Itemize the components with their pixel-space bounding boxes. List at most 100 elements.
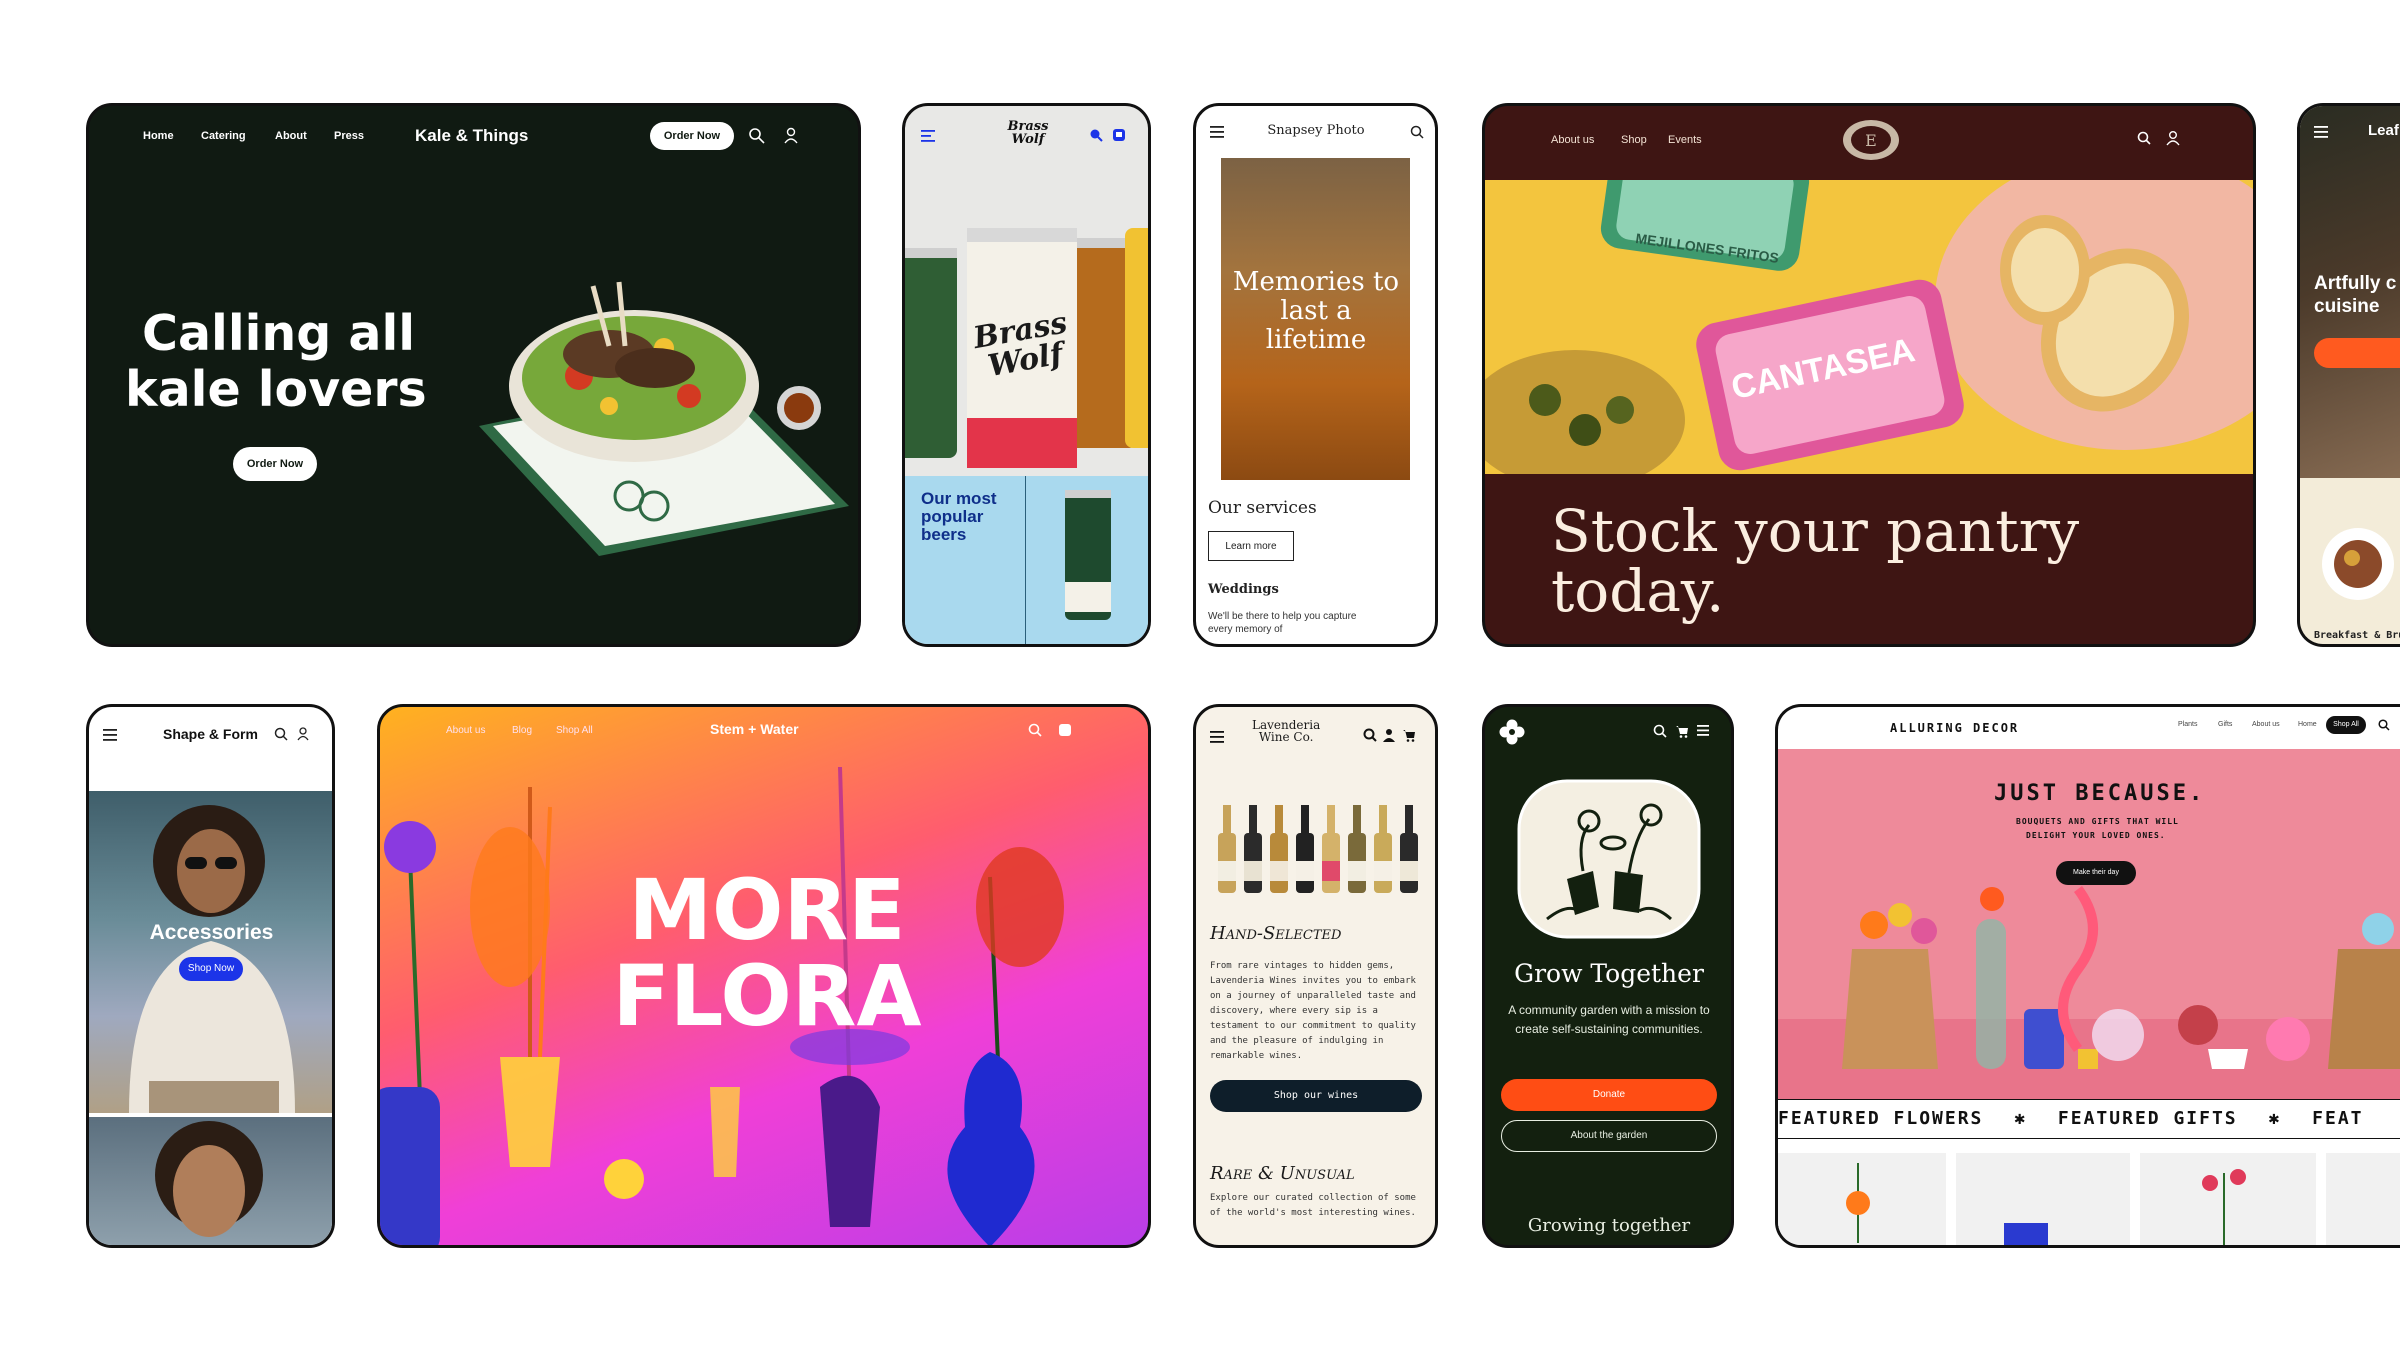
shape-form-card[interactable]: Shape & Form Accessories Shop Now — [86, 704, 335, 1248]
search-icon[interactable] — [748, 127, 766, 145]
nav-about-us[interactable]: About us — [1551, 134, 1594, 146]
user-icon[interactable] — [783, 127, 799, 145]
product-image-3 — [2202, 1169, 2246, 1245]
just-because-headline: JUST BECAUSE. — [1994, 781, 2206, 806]
headline-line-2: FLORA — [612, 947, 922, 1045]
about-garden-button[interactable]: About the garden — [1501, 1120, 1717, 1152]
leaf-footer-text: Breakfast & Bru — [2314, 630, 2400, 641]
hand-selected-body: From rare vintages to hidden gems, Laven… — [1210, 961, 1416, 1061]
menu-icon[interactable] — [1210, 731, 1224, 743]
ticker-featured-gifts[interactable]: FEATURED GIFTS — [2058, 1108, 2238, 1129]
wine-bottles-image — [1218, 805, 1418, 893]
logo-icon[interactable]: E — [1841, 118, 1901, 162]
ticker-separator: ✱ — [2014, 1108, 2028, 1129]
services-title: Our services — [1208, 498, 1317, 518]
make-their-day-button[interactable]: Make their day — [2056, 861, 2136, 885]
flower-logo-icon[interactable] — [1499, 719, 1525, 745]
brand-logo[interactable]: Kale & Things — [415, 126, 528, 146]
leaf-hero-line-2: cuisine — [2314, 296, 2380, 317]
menu-icon[interactable] — [921, 130, 935, 142]
grow-together-card[interactable]: Grow Together A community garden with a … — [1482, 704, 1734, 1248]
snapsey-brand[interactable]: Snapsey Photo — [1246, 123, 1386, 138]
product-image-1 — [1846, 1163, 1870, 1243]
subhead-line-1: BOUQUETS AND GIFTS THAT WILL — [2016, 817, 2179, 826]
product-tile-4[interactable] — [2326, 1153, 2400, 1245]
menu-icon[interactable] — [1697, 725, 1709, 736]
user-icon[interactable] — [297, 727, 309, 741]
nav-press[interactable]: Press — [334, 130, 364, 142]
nav-about[interactable]: About — [275, 130, 307, 142]
shop-all-button[interactable]: Shop All — [2326, 716, 2366, 734]
panel-divider — [1025, 476, 1026, 644]
headline-line-2: kale lovers — [125, 361, 427, 418]
search-icon[interactable] — [2378, 719, 2390, 731]
product-tile-1[interactable] — [1778, 1153, 1946, 1245]
alluring-hero-photo: JUST BECAUSE. BOUQUETS AND GIFTS THAT WI… — [1778, 749, 2400, 1099]
lavenderia-logo[interactable]: Lavenderia Wine Co. — [1252, 719, 1320, 743]
shop-now-button[interactable]: Shop Now — [179, 957, 243, 981]
brass-wolf-card[interactable]: Brass Wolf Brass Wolf Our most popular b… — [902, 103, 1151, 647]
menu-icon[interactable] — [1210, 126, 1224, 138]
leaf-hero-line-1: Artfully c — [2314, 273, 2397, 294]
pantry-card[interactable]: About us Shop Events E MEJILLONES FRITOS… — [1482, 103, 2256, 647]
growing-together-heading: Growing together — [1527, 1215, 1691, 1236]
rare-unusual-text: Explore our curated collection of some o… — [1210, 1193, 1416, 1218]
leaf-brand[interactable]: Leaf — [2368, 122, 2399, 139]
ticker-featured-cut[interactable]: FEAT — [2312, 1108, 2363, 1129]
second-model-illustration — [155, 1121, 263, 1237]
alluring-decor-card[interactable]: ALLURING DECOR Plants Gifts About us Hom… — [1775, 704, 2400, 1248]
kale-things-card[interactable]: Home Catering About Press Kale & Things … — [86, 103, 861, 647]
nav-shop[interactable]: Shop — [1621, 134, 1647, 146]
user-icon[interactable] — [2166, 130, 2180, 146]
nav-home[interactable]: Home — [143, 130, 174, 142]
popular-beers-panel: Our most popular beers — [905, 476, 1148, 644]
pantry-hero-photo: MEJILLONES FRITOS CANTASEA — [1485, 180, 2253, 474]
leaf-hero-text: Artfully c cuisine — [2314, 272, 2396, 318]
cart-icon[interactable] — [1675, 724, 1689, 738]
menu-icon[interactable] — [103, 729, 117, 741]
nav-plants[interactable]: Plants — [2178, 721, 2197, 728]
search-icon[interactable] — [1363, 728, 1377, 742]
user-icon[interactable] — [1383, 728, 1395, 742]
cart-icon[interactable] — [1402, 728, 1416, 742]
learn-more-button[interactable]: Learn more — [1208, 531, 1294, 561]
snapsey-photo-card[interactable]: Snapsey Photo Memories to last a lifetim… — [1193, 103, 1438, 647]
pantry-headline-1: Stock your pantry — [1551, 497, 2080, 565]
accessories-title: Accessories — [149, 921, 274, 944]
alluring-brand[interactable]: ALLURING DECOR — [1890, 721, 2019, 735]
nav-events[interactable]: Events — [1668, 134, 1702, 146]
product-tile-2[interactable] — [1956, 1153, 2130, 1245]
lavenderia-card[interactable]: Lavenderia Wine Co. Hand-Selected From r… — [1193, 704, 1438, 1248]
nav-about-us[interactable]: About us — [2252, 721, 2280, 728]
brass-wolf-logo[interactable]: Brass Wolf — [1003, 120, 1053, 146]
leaf-cta-button[interactable] — [2314, 338, 2400, 368]
order-now-button[interactable]: Order Now — [650, 122, 734, 150]
nav-catering[interactable]: Catering — [201, 130, 246, 142]
product-tile-3[interactable] — [2140, 1153, 2316, 1245]
ticker-featured-flowers[interactable]: FEATURED FLOWERS — [1778, 1108, 1983, 1129]
search-icon[interactable] — [2137, 131, 2151, 145]
nav-gifts[interactable]: Gifts — [2218, 721, 2232, 728]
menu-icon[interactable] — [2314, 126, 2328, 138]
search-icon[interactable] — [1089, 128, 1103, 142]
shop-wines-button[interactable]: Shop our wines — [1210, 1080, 1422, 1112]
hero-order-button[interactable]: Order Now — [233, 447, 317, 481]
stem-water-card[interactable]: About us Blog Shop All Stem + Water MORE… — [377, 704, 1151, 1248]
leaf-plate-image — [2322, 528, 2394, 600]
shape-form-brand[interactable]: Shape & Form — [163, 726, 258, 742]
search-icon[interactable] — [1410, 125, 1424, 139]
cart-icon[interactable] — [1112, 128, 1126, 142]
leaf-card[interactable]: Leaf Artfully c cuisine Breakfast & Bru — [2297, 103, 2400, 647]
donate-button[interactable]: Donate — [1501, 1079, 1717, 1111]
search-icon[interactable] — [274, 727, 288, 741]
hand-selected-title: Hand-Selected — [1210, 923, 1342, 944]
logo-line-2: Wine Co. — [1258, 730, 1314, 744]
second-model-photo — [89, 1117, 332, 1245]
ticker-separator: ✱ — [2268, 1108, 2282, 1129]
grow-together-title: Grow Together — [1514, 959, 1704, 988]
model-illustration — [129, 805, 295, 1113]
nav-home[interactable]: Home — [2298, 721, 2317, 728]
search-icon[interactable] — [1653, 724, 1667, 738]
headline-line-1: MORE — [628, 861, 906, 959]
headline-line-1: Calling all — [142, 305, 416, 362]
